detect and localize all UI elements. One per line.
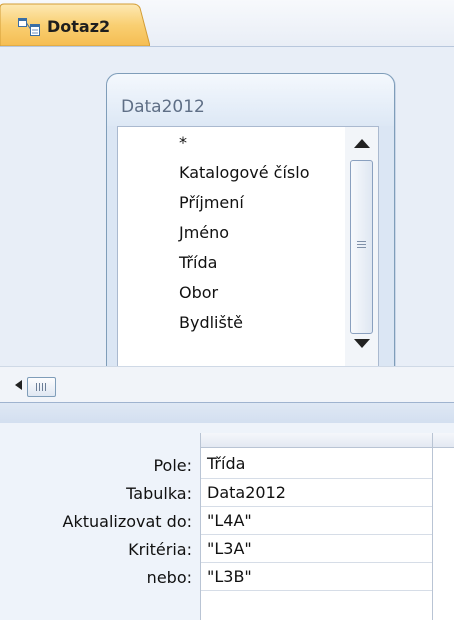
cell-or[interactable]: "L3B"	[207, 567, 252, 586]
grid-column-1[interactable]: Třída Data2012 "L4A" "L3A" "L3B"	[200, 433, 433, 620]
cell-criteria[interactable]: "L3A"	[207, 539, 252, 558]
design-pane-horizontal-scrollbar[interactable]	[0, 366, 454, 403]
scroll-left-arrow-icon[interactable]	[15, 380, 22, 390]
document-tab-dotaz2[interactable]: Dotaz2	[0, 0, 150, 46]
tab-label: Dotaz2	[47, 17, 111, 36]
grip-line	[39, 383, 40, 391]
query-design-icon	[18, 18, 40, 36]
row-label-table: Tabulka:	[126, 484, 192, 503]
row-divider	[201, 478, 433, 479]
horizontal-scrollbar-thumb[interactable]	[27, 377, 56, 397]
query-design-pane: Data2012 * Katalogové číslo Příjmení Jmé…	[0, 46, 454, 378]
field-item-obor[interactable]: Obor	[179, 283, 218, 302]
row-divider	[201, 590, 433, 591]
grip-line	[357, 244, 366, 245]
grip-line	[357, 247, 366, 248]
table-title: Data2012	[121, 97, 205, 117]
row-label-or: nebo:	[146, 568, 192, 587]
scrollbar-thumb[interactable]	[350, 160, 373, 334]
field-item-jmeno[interactable]: Jméno	[179, 223, 229, 242]
grip-line	[42, 383, 43, 391]
table-box-header[interactable]: Data2012	[107, 74, 394, 126]
grip-line	[45, 383, 46, 391]
scroll-up-arrow-icon[interactable]	[354, 139, 370, 148]
cell-field[interactable]: Třída	[207, 454, 245, 473]
column-selector[interactable]	[201, 433, 433, 448]
field-list-vertical-scrollbar[interactable]	[345, 126, 379, 367]
table-field-list-box[interactable]: Data2012 * Katalogové číslo Příjmení Jmé…	[106, 73, 395, 378]
cell-table[interactable]: Data2012	[207, 483, 286, 502]
row-divider	[201, 562, 433, 563]
column-selector[interactable]	[433, 433, 454, 448]
cell-update-to[interactable]: "L4A"	[207, 511, 252, 530]
row-label-field: Pole:	[153, 456, 192, 475]
grid-column-2[interactable]	[432, 433, 454, 620]
grip-line	[357, 241, 366, 242]
field-list[interactable]: * Katalogové číslo Příjmení Jméno Třída …	[117, 126, 347, 367]
pane-splitter[interactable]	[0, 402, 454, 424]
query-design-grid: Pole: Tabulka: Aktualizovat do: Kritéria…	[0, 423, 454, 620]
scroll-down-arrow-icon[interactable]	[354, 339, 370, 348]
document-tab-strip: Dotaz2	[0, 0, 454, 46]
field-item-katalogove-cislo[interactable]: Katalogové číslo	[179, 163, 309, 182]
field-item-bydliste[interactable]: Bydliště	[179, 313, 243, 332]
row-label-update-to: Aktualizovat do:	[62, 512, 192, 531]
row-label-criteria: Kritéria:	[128, 540, 192, 559]
field-item-all[interactable]: *	[179, 133, 187, 152]
row-divider	[201, 534, 433, 535]
grip-line	[36, 383, 37, 391]
field-item-prijmeni[interactable]: Příjmení	[179, 193, 244, 212]
row-divider	[201, 506, 433, 507]
field-item-trida[interactable]: Třída	[179, 253, 217, 272]
